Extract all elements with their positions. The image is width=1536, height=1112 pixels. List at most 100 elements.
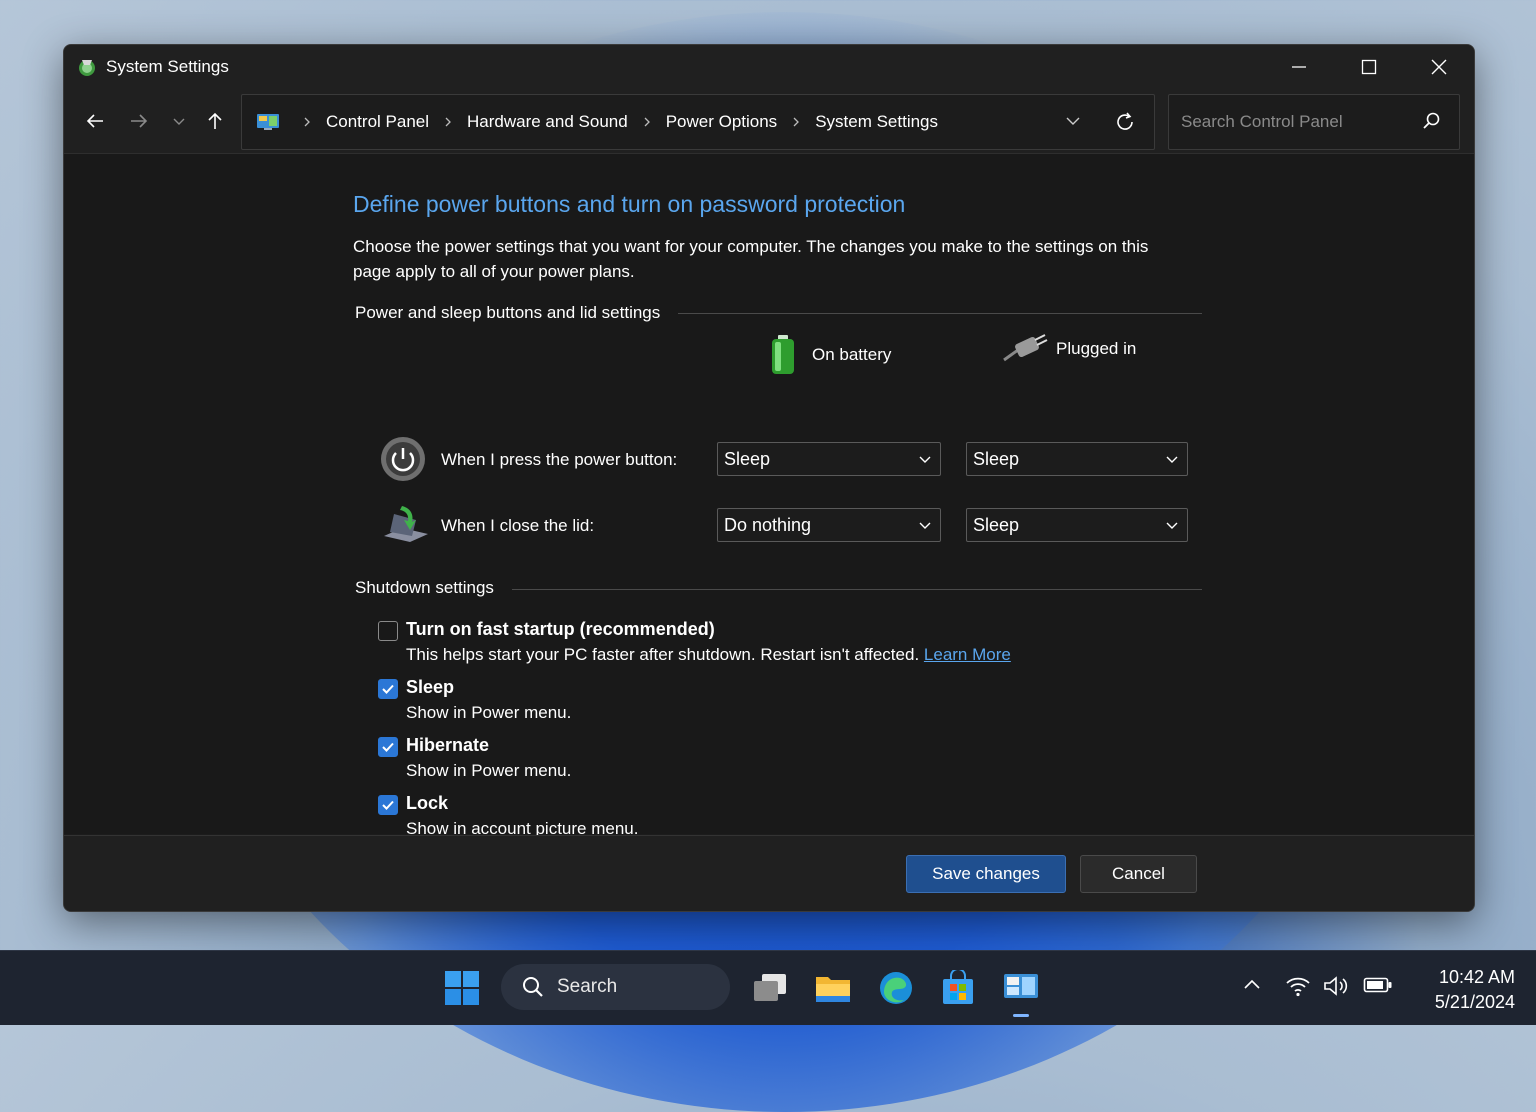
- search-button[interactable]: [1421, 111, 1441, 136]
- control-panel-icon: [257, 114, 279, 130]
- taskbar: Search 10:42 AM 5/21/2024: [0, 950, 1536, 1025]
- window-title: System Settings: [106, 57, 229, 76]
- column-label-plugged: Plugged in: [1056, 339, 1137, 358]
- chevron-down-icon: [919, 456, 931, 463]
- chevron-down-icon: [1066, 117, 1080, 125]
- sleep-checkbox[interactable]: [378, 679, 398, 699]
- breadcrumb-control-panel[interactable]: Control Panel: [322, 112, 433, 132]
- lid-close-label: When I close the lid:: [441, 516, 595, 535]
- control-panel-icon: [1004, 974, 1038, 998]
- chevron-down-icon: [173, 118, 185, 125]
- address-history-button[interactable]: [1064, 112, 1082, 135]
- minimize-icon: [1292, 66, 1306, 68]
- forward-button[interactable]: [123, 105, 155, 137]
- navigation-toolbar: Control Panel Hardware and Sound Power O…: [64, 89, 1474, 154]
- checkmark-icon: [382, 800, 394, 810]
- save-changes-button[interactable]: Save changes: [906, 855, 1066, 893]
- page-title: Define power buttons and turn on passwor…: [353, 191, 906, 217]
- wifi-icon: [1286, 977, 1310, 997]
- cancel-button[interactable]: Cancel: [1080, 855, 1197, 893]
- breadcrumb-separator: [302, 116, 312, 128]
- clock-date: 5/21/2024: [1434, 992, 1515, 1012]
- arrow-up-icon: [208, 112, 222, 129]
- power-button-battery-select[interactable]: Sleep: [717, 442, 941, 476]
- lid-close-plugged-select[interactable]: Sleep: [966, 508, 1188, 542]
- checkmark-icon: [382, 742, 394, 752]
- chevron-down-icon: [1166, 456, 1178, 463]
- store-icon: [943, 970, 973, 1004]
- breadcrumb-power-options[interactable]: Power Options: [662, 112, 782, 132]
- recent-locations-button[interactable]: [163, 105, 195, 137]
- volume-button[interactable]: [1323, 975, 1351, 997]
- power-plug-icon: [1003, 334, 1048, 362]
- hibernate-title: Hibernate: [406, 735, 490, 755]
- system-settings-window: System Settings Control Panel Hardware a…: [63, 44, 1475, 912]
- refresh-button[interactable]: [1114, 111, 1136, 138]
- search-icon: [523, 977, 543, 997]
- start-button[interactable]: [443, 969, 481, 1007]
- arrow-left-icon: [86, 114, 103, 128]
- clock[interactable]: 10:42 AM 5/21/2024: [1405, 965, 1515, 1015]
- maximize-button[interactable]: [1334, 45, 1404, 89]
- back-button[interactable]: [79, 105, 111, 137]
- edge-icon: [880, 972, 912, 1004]
- fast-startup-checkbox[interactable]: [378, 621, 398, 641]
- store-button[interactable]: [939, 969, 977, 1007]
- sleep-title: Sleep: [406, 677, 455, 697]
- search-box[interactable]: [1168, 94, 1460, 150]
- lock-title: Lock: [406, 793, 449, 813]
- up-button[interactable]: [199, 105, 231, 137]
- lock-checkbox[interactable]: [378, 795, 398, 815]
- task-view-button[interactable]: [751, 969, 789, 1007]
- title-bar[interactable]: System Settings: [64, 45, 1474, 89]
- chevron-up-icon: [1244, 979, 1260, 989]
- power-button-plugged-select[interactable]: Sleep: [966, 442, 1188, 476]
- hibernate-description: Show in Power menu.: [406, 761, 572, 780]
- clock-time: 10:42 AM: [1438, 967, 1515, 987]
- control-panel-taskbar-button[interactable]: [1002, 969, 1040, 1007]
- network-button[interactable]: [1285, 975, 1311, 997]
- battery-icon: [772, 335, 794, 374]
- sleep-description: Show in Power menu.: [406, 703, 572, 722]
- close-icon: [1431, 59, 1447, 75]
- close-button[interactable]: [1404, 45, 1474, 89]
- selected-value: Sleep: [973, 448, 1020, 469]
- power-button-label: When I press the power button:: [441, 450, 678, 469]
- breadcrumb-system-settings[interactable]: System Settings: [811, 112, 942, 132]
- column-label-battery: On battery: [812, 345, 892, 364]
- power-options-app-icon: [79, 60, 95, 76]
- minimize-button[interactable]: [1264, 45, 1334, 89]
- search-icon: [1423, 112, 1440, 129]
- chevron-down-icon: [1166, 522, 1178, 529]
- shutdown-section-title: Shutdown settings: [355, 578, 512, 598]
- lid-close-battery-select[interactable]: Do nothing: [717, 508, 941, 542]
- chevron-right-icon: [793, 117, 800, 127]
- chevron-right-icon: [445, 117, 451, 127]
- power-button-icon: [381, 437, 425, 481]
- edge-browser-button[interactable]: [877, 969, 915, 1007]
- maximize-icon: [1361, 59, 1377, 75]
- power-section-title: Power and sleep buttons and lid settings: [355, 303, 679, 323]
- breadcrumb-separator: [443, 116, 453, 128]
- search-input[interactable]: [1179, 109, 1413, 135]
- selected-value: Sleep: [973, 514, 1020, 535]
- address-bar[interactable]: Control Panel Hardware and Sound Power O…: [241, 94, 1155, 150]
- hibernate-checkbox[interactable]: [378, 737, 398, 757]
- breadcrumb-hardware-and-sound[interactable]: Hardware and Sound: [463, 112, 632, 132]
- chevron-right-icon: [304, 117, 310, 127]
- arrow-right-icon: [131, 114, 148, 128]
- chevron-down-icon: [919, 522, 931, 529]
- learn-more-link[interactable]: Learn More: [924, 645, 1011, 664]
- column-header-battery: On battery: [768, 334, 891, 376]
- section-divider: [504, 589, 1202, 590]
- column-header-plugged: Plugged in: [1002, 334, 1136, 364]
- file-explorer-button[interactable]: [814, 969, 852, 1007]
- battery-button[interactable]: [1363, 975, 1393, 995]
- selected-value: Do nothing: [724, 514, 812, 535]
- breadcrumb: Control Panel Hardware and Sound Power O…: [256, 95, 942, 149]
- show-hidden-icons-button[interactable]: [1242, 975, 1262, 995]
- main-content: Define power buttons and turn on passwor…: [64, 154, 1474, 838]
- page-description: Choose the power settings that you want …: [353, 237, 1149, 281]
- taskbar-search[interactable]: Search: [501, 964, 730, 1010]
- checkmark-icon: [382, 684, 394, 694]
